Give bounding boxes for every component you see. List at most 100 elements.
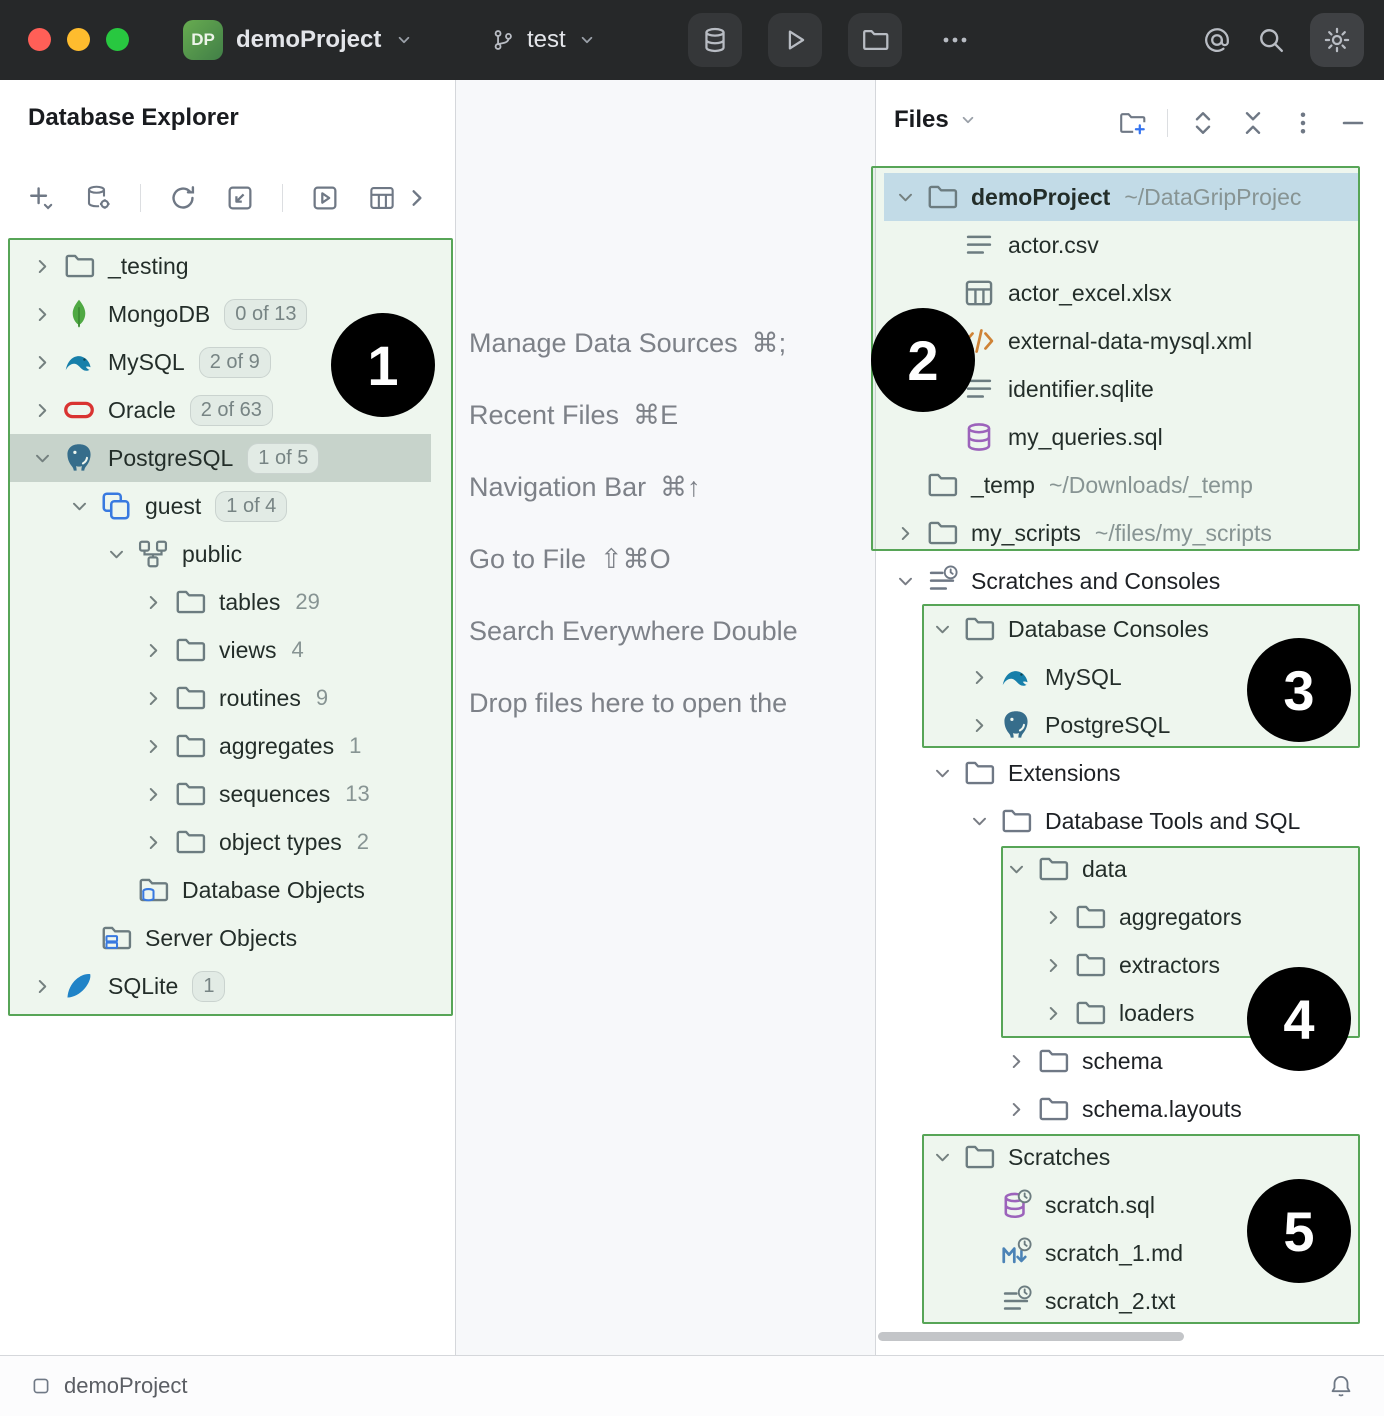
chevron-right-icon[interactable] bbox=[133, 770, 173, 818]
folder-icon bbox=[925, 180, 959, 214]
db-tree-item-aggregates[interactable]: aggregates1 bbox=[0, 722, 456, 770]
database-tool-button[interactable] bbox=[688, 13, 742, 67]
editor-hint: Manage Data Sources⌘; bbox=[469, 307, 875, 379]
file-tree-item-my-queries-sql[interactable]: my_queries.sql bbox=[876, 413, 1384, 461]
db-tree-item-object-types[interactable]: object types2 bbox=[0, 818, 456, 866]
file-tree-item-schema-layouts[interactable]: schema.layouts bbox=[876, 1085, 1384, 1133]
db-tree-item-sqlite[interactable]: SQLite1 bbox=[0, 962, 456, 1010]
panel-title: Database Explorer bbox=[28, 104, 239, 132]
chevron-right-icon[interactable] bbox=[959, 701, 999, 749]
db-tree-item-database-objects[interactable]: Database Objects bbox=[0, 866, 456, 914]
chevron-right-icon[interactable] bbox=[1033, 989, 1073, 1037]
notifications-bell-icon[interactable] bbox=[1328, 1373, 1354, 1399]
file-tree-item-temp[interactable]: _temp~/Downloads/_temp bbox=[876, 461, 1384, 509]
chevron-down-icon[interactable] bbox=[885, 173, 925, 221]
db-tree-item-routines[interactable]: routines9 bbox=[0, 674, 456, 722]
folder-icon bbox=[173, 729, 207, 763]
db-tree-item-server-objects[interactable]: Server Objects bbox=[0, 914, 456, 962]
data-source-settings-button[interactable] bbox=[83, 183, 113, 213]
chevron-right-icon[interactable] bbox=[133, 818, 173, 866]
file-tree-item-actor-excel-xlsx[interactable]: actor_excel.xlsx bbox=[876, 269, 1384, 317]
chevron-down-icon[interactable] bbox=[922, 605, 962, 653]
db-tree-item-sequences[interactable]: sequences13 bbox=[0, 770, 456, 818]
close-window-button[interactable] bbox=[28, 28, 51, 51]
chevron-down-icon[interactable] bbox=[922, 749, 962, 797]
settings-gear-button[interactable] bbox=[1310, 13, 1364, 67]
chevron-right-icon[interactable] bbox=[885, 509, 925, 557]
vcs-branch-widget[interactable]: test bbox=[490, 0, 597, 80]
chevron-down-icon[interactable] bbox=[59, 482, 99, 530]
add-button[interactable] bbox=[26, 183, 56, 213]
chevron-right-icon[interactable] bbox=[22, 386, 62, 434]
search-button[interactable] bbox=[1256, 25, 1286, 55]
refresh-button[interactable] bbox=[168, 183, 198, 213]
chevron-down-icon[interactable] bbox=[959, 797, 999, 845]
hide-panel-button[interactable] bbox=[1338, 108, 1368, 138]
settings-gear-icon bbox=[1322, 25, 1352, 55]
chevron-right-icon[interactable] bbox=[133, 722, 173, 770]
chevron-right-icon[interactable] bbox=[1033, 941, 1073, 989]
chevron-right-icon[interactable] bbox=[22, 242, 62, 290]
file-tree-item-scratches[interactable]: Scratches bbox=[876, 1133, 1384, 1181]
tree-item-label: Extensions bbox=[1008, 760, 1121, 787]
status-project-name: demoProject bbox=[64, 1373, 188, 1399]
collapse-all-button[interactable] bbox=[1238, 108, 1268, 138]
minimize-window-button[interactable] bbox=[67, 28, 90, 51]
project-widget[interactable]: DP demoProject bbox=[183, 0, 414, 80]
chevron-down-icon[interactable] bbox=[922, 1133, 962, 1181]
folder-icon bbox=[173, 777, 207, 811]
chevron-down-icon[interactable] bbox=[885, 557, 925, 605]
more-horizontal-button[interactable] bbox=[928, 13, 982, 67]
files-panel-title[interactable]: Files bbox=[894, 106, 978, 134]
chevron-down-icon[interactable] bbox=[96, 530, 136, 578]
db-tree-item-guest[interactable]: guest1 of 4 bbox=[0, 482, 456, 530]
expand-all-button[interactable] bbox=[1188, 108, 1218, 138]
horizontal-scrollbar[interactable] bbox=[878, 1332, 1184, 1341]
db-tree-item-testing[interactable]: _testing bbox=[0, 242, 456, 290]
db-tree-item-views[interactable]: views4 bbox=[0, 626, 456, 674]
file-tree-item-aggregators[interactable]: aggregators bbox=[876, 893, 1384, 941]
chevron-right-icon[interactable] bbox=[1033, 893, 1073, 941]
chevron-right-icon[interactable] bbox=[133, 578, 173, 626]
folder-icon bbox=[999, 804, 1033, 838]
file-tree-item-my-scripts[interactable]: my_scripts~/files/my_scripts bbox=[876, 509, 1384, 557]
attach-console-button[interactable] bbox=[225, 183, 255, 213]
ai-assistant-button[interactable] bbox=[1202, 25, 1232, 55]
more-kebab-button[interactable] bbox=[1288, 108, 1318, 138]
chevron-right-icon[interactable] bbox=[996, 1037, 1036, 1085]
chevron-right-icon[interactable] bbox=[996, 1085, 1036, 1133]
file-tree-item-actor-csv[interactable]: actor.csv bbox=[876, 221, 1384, 269]
play-button[interactable] bbox=[768, 13, 822, 67]
zoom-window-button[interactable] bbox=[106, 28, 129, 51]
chevron-right-icon[interactable] bbox=[133, 674, 173, 722]
more-toolbar-button[interactable] bbox=[403, 184, 431, 212]
file-tree-item-scratches-and-consoles[interactable]: Scratches and Consoles bbox=[876, 557, 1384, 605]
file-txt-clock-icon bbox=[999, 1284, 1033, 1318]
chevron-right-icon[interactable] bbox=[22, 290, 62, 338]
folder-icon bbox=[173, 633, 207, 667]
git-branch-icon bbox=[490, 27, 516, 53]
locate-file-button[interactable] bbox=[1117, 108, 1147, 138]
chevron-down-icon[interactable] bbox=[22, 434, 62, 482]
file-tree-item-extensions[interactable]: Extensions bbox=[876, 749, 1384, 797]
chevron-right-icon[interactable] bbox=[22, 962, 62, 1010]
file-tree-item-data[interactable]: data bbox=[876, 845, 1384, 893]
open-in-editor-button[interactable] bbox=[310, 183, 340, 213]
db-tree-item-public[interactable]: public bbox=[0, 530, 456, 578]
file-tree-item-demoproject[interactable]: demoProject~/DataGripProjec bbox=[876, 173, 1384, 221]
postgresql-icon bbox=[999, 708, 1033, 742]
file-tree-item-scratch-2-txt[interactable]: scratch_2.txt bbox=[876, 1277, 1384, 1325]
table-view-button[interactable] bbox=[367, 183, 397, 213]
chevron-right-icon[interactable] bbox=[133, 626, 173, 674]
chevron-down-icon[interactable] bbox=[996, 845, 1036, 893]
chevron-right-icon[interactable] bbox=[959, 653, 999, 701]
tree-item-label: my_scripts bbox=[971, 520, 1081, 547]
chevron-right-icon[interactable] bbox=[22, 338, 62, 386]
play-icon bbox=[780, 25, 810, 55]
db-tree-item-tables[interactable]: tables29 bbox=[0, 578, 456, 626]
file-md-clock-icon bbox=[999, 1236, 1033, 1270]
status-project-widget[interactable]: demoProject bbox=[30, 1373, 188, 1399]
db-tree-item-postgresql[interactable]: PostgreSQL1 of 5 bbox=[0, 434, 456, 482]
folder-tool-button[interactable] bbox=[848, 13, 902, 67]
file-tree-item-database-tools-and-sql[interactable]: Database Tools and SQL bbox=[876, 797, 1384, 845]
